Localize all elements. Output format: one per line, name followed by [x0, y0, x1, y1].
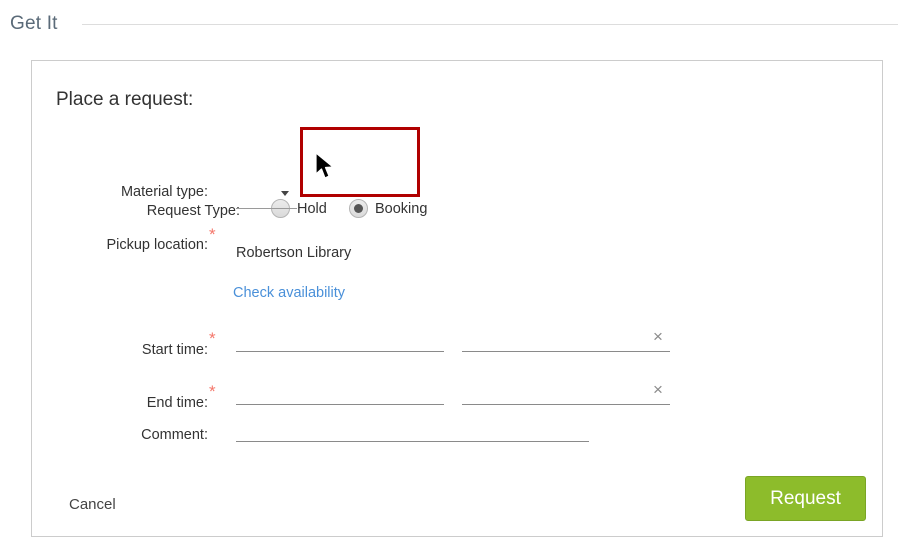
pickup-location-label: Pickup location:: [106, 237, 208, 253]
cancel-button[interactable]: Cancel: [69, 496, 116, 513]
start-time-input[interactable]: [462, 330, 670, 352]
radio-option-booking[interactable]: Booking: [349, 199, 427, 218]
chevron-down-icon[interactable]: [281, 191, 289, 196]
start-time-required-marker: *: [209, 329, 216, 348]
card-title: Place a request:: [56, 89, 194, 110]
end-time-clear-icon[interactable]: ×: [653, 381, 663, 398]
comment-label: Comment:: [141, 427, 208, 443]
page-header: Get It: [0, 0, 919, 48]
request-type-label: Request Type:: [146, 203, 240, 219]
page-title: Get It: [10, 13, 58, 34]
header-divider: [82, 24, 898, 25]
request-card: Place a request: Request Type: Hold Book…: [31, 60, 883, 537]
pickup-location-value: Robertson Library: [236, 245, 352, 261]
end-time-label: End time:: [146, 395, 208, 411]
end-date-input[interactable]: [236, 383, 444, 405]
request-submit-button[interactable]: Request: [745, 476, 866, 521]
start-time-clear-icon[interactable]: ×: [653, 328, 663, 345]
radio-hold-label: Hold: [297, 200, 327, 217]
comment-input[interactable]: [236, 420, 589, 442]
start-date-input[interactable]: [236, 330, 444, 352]
check-availability-link[interactable]: Check availability: [233, 285, 345, 301]
end-time-required-marker: *: [209, 382, 216, 401]
material-type-label: Material type:: [120, 184, 208, 200]
end-time-input[interactable]: [462, 383, 670, 405]
radio-booking-icon[interactable]: [349, 199, 368, 218]
start-time-label: Start time:: [141, 342, 208, 358]
pickup-location-required-marker: *: [209, 225, 216, 244]
material-type-select[interactable]: [236, 185, 297, 209]
radio-booking-label: Booking: [375, 200, 428, 217]
